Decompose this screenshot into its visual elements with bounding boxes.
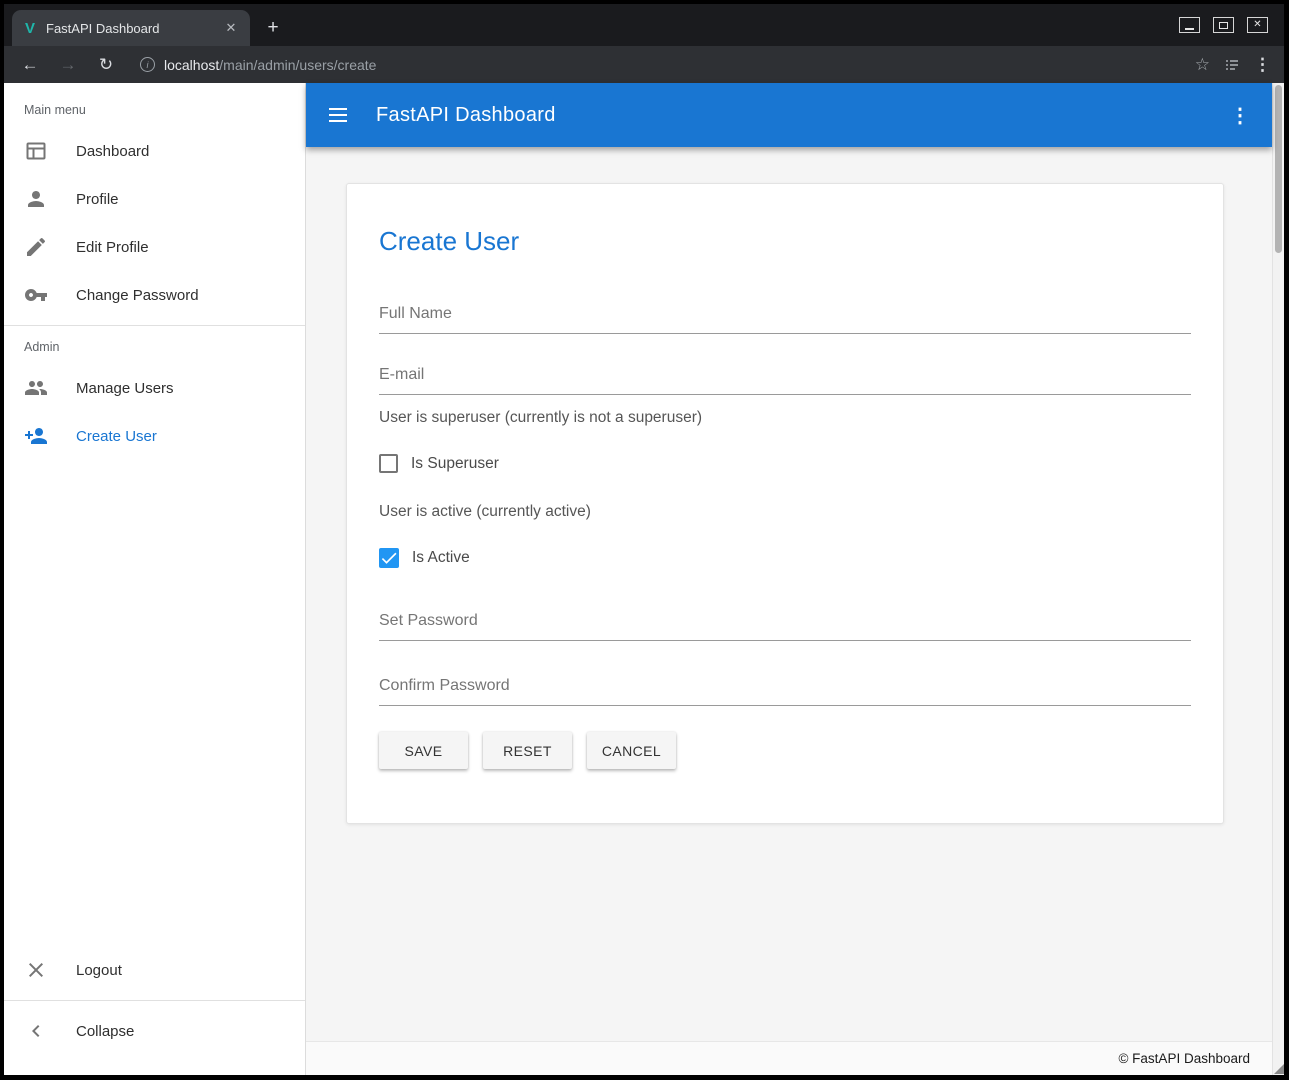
page-content: Main menu Dashboard Profile (4, 83, 1284, 1075)
form-buttons: SAVE RESET CANCEL (379, 732, 1191, 769)
maximize-button[interactable] (1213, 17, 1234, 33)
checkbox-unchecked-icon[interactable] (379, 454, 398, 473)
reset-button[interactable]: RESET (483, 732, 572, 769)
sidebar-item-label: Profile (76, 191, 119, 208)
appbar-menu-icon[interactable]: ⋮ (1228, 103, 1252, 128)
sidebar-item-label: Dashboard (76, 143, 149, 160)
resize-grip-icon[interactable] (1274, 1064, 1284, 1074)
sidebar-item-collapse[interactable]: Collapse (4, 1007, 305, 1055)
cancel-button[interactable]: CANCEL (587, 732, 676, 769)
sidebar-item-dashboard[interactable]: Dashboard (4, 127, 305, 175)
sidebar: Main menu Dashboard Profile (4, 83, 306, 1075)
url-text: localhost/main/admin/users/create (164, 57, 376, 73)
sidebar-item-label: Collapse (76, 1023, 134, 1040)
toolbar-right: ☆ ⋮ (1195, 55, 1272, 75)
confirm-password-input[interactable] (379, 671, 1191, 706)
email-field-wrap (379, 360, 1191, 395)
confirm-password-field-wrap (379, 671, 1191, 706)
reload-icon[interactable]: ↻ (92, 51, 120, 79)
sidebar-item-label: Logout (76, 962, 122, 979)
full-name-field-wrap (379, 299, 1191, 334)
sidebar-item-edit-profile[interactable]: Edit Profile (4, 223, 305, 271)
dashboard-icon (24, 139, 48, 163)
tab-strip: V FastAPI Dashboard ✕ + ✕ (4, 4, 1284, 46)
active-hint: User is active (currently active) (379, 503, 1191, 521)
checkbox-label: Is Superuser (411, 455, 499, 473)
browser-menu-icon[interactable]: ⋮ (1254, 55, 1268, 75)
pencil-icon (24, 235, 48, 259)
hamburger-menu-icon[interactable] (326, 103, 350, 127)
scrollbar-thumb[interactable] (1275, 85, 1282, 253)
page-footer: © FastAPI Dashboard (306, 1041, 1272, 1075)
sidebar-caption-main: Main menu (4, 83, 305, 127)
vertical-scrollbar[interactable] (1272, 83, 1284, 1075)
superuser-hint: User is superuser (currently is not a su… (379, 409, 1191, 427)
bookmark-star-icon[interactable]: ☆ (1195, 55, 1210, 75)
vuetify-favicon-icon: V (22, 20, 38, 37)
browser-window: V FastAPI Dashboard ✕ + ✕ ← → ↻ i localh… (0, 0, 1289, 1080)
close-button[interactable]: ✕ (1247, 17, 1268, 33)
sidebar-divider (4, 1000, 305, 1001)
create-user-card: Create User User is superuser (currently… (346, 183, 1224, 824)
person-icon (24, 187, 48, 211)
set-password-input[interactable] (379, 606, 1191, 641)
main-area: FastAPI Dashboard ⋮ Create User User is … (306, 83, 1272, 1075)
is-active-checkbox-row[interactable]: Is Active (379, 548, 1191, 568)
checkbox-label: Is Active (412, 549, 470, 567)
person-add-icon (24, 424, 48, 448)
new-tab-button[interactable]: + (258, 13, 288, 43)
browser-toolbar: ← → ↻ i localhost/main/admin/users/creat… (4, 46, 1284, 83)
is-superuser-checkbox-row[interactable]: Is Superuser (379, 454, 1191, 473)
people-icon (24, 376, 48, 400)
key-icon (24, 283, 48, 307)
sidebar-item-label: Change Password (76, 287, 199, 304)
page-title: Create User (379, 226, 1191, 257)
sidebar-item-manage-users[interactable]: Manage Users (4, 364, 305, 412)
site-info-icon[interactable]: i (140, 57, 155, 72)
app-title: FastAPI Dashboard (376, 104, 556, 127)
minimize-button[interactable] (1179, 17, 1200, 33)
url-host: localhost (164, 57, 219, 73)
sidebar-item-profile[interactable]: Profile (4, 175, 305, 223)
address-bar[interactable]: i localhost/main/admin/users/create (130, 50, 1185, 80)
sidebar-item-label: Manage Users (76, 380, 174, 397)
checkbox-checked-icon[interactable] (379, 548, 399, 568)
sidebar-caption-admin: Admin (4, 332, 305, 364)
sidebar-item-change-password[interactable]: Change Password (4, 271, 305, 319)
extensions-icon[interactable] (1224, 57, 1240, 73)
forward-icon[interactable]: → (54, 51, 82, 79)
sidebar-item-label: Create User (76, 428, 157, 445)
tab-title: FastAPI Dashboard (46, 21, 214, 36)
copyright-text: © FastAPI Dashboard (1118, 1051, 1250, 1066)
browser-tab[interactable]: V FastAPI Dashboard ✕ (12, 10, 250, 46)
chevron-left-icon (24, 1019, 48, 1043)
sidebar-item-label: Edit Profile (76, 239, 149, 256)
save-button[interactable]: SAVE (379, 732, 468, 769)
set-password-field-wrap (379, 606, 1191, 641)
window-controls: ✕ (1179, 17, 1276, 33)
email-input[interactable] (379, 360, 1191, 395)
full-name-input[interactable] (379, 299, 1191, 334)
app-bar: FastAPI Dashboard ⋮ (306, 83, 1272, 147)
page-body: Create User User is superuser (currently… (306, 147, 1272, 1041)
sidebar-divider (4, 325, 305, 326)
sidebar-item-create-user[interactable]: Create User (4, 412, 305, 460)
tab-close-icon[interactable]: ✕ (222, 19, 240, 37)
close-x-icon (24, 958, 48, 982)
url-path: /main/admin/users/create (219, 57, 376, 73)
back-icon[interactable]: ← (16, 51, 44, 79)
sidebar-item-logout[interactable]: Logout (4, 946, 305, 994)
